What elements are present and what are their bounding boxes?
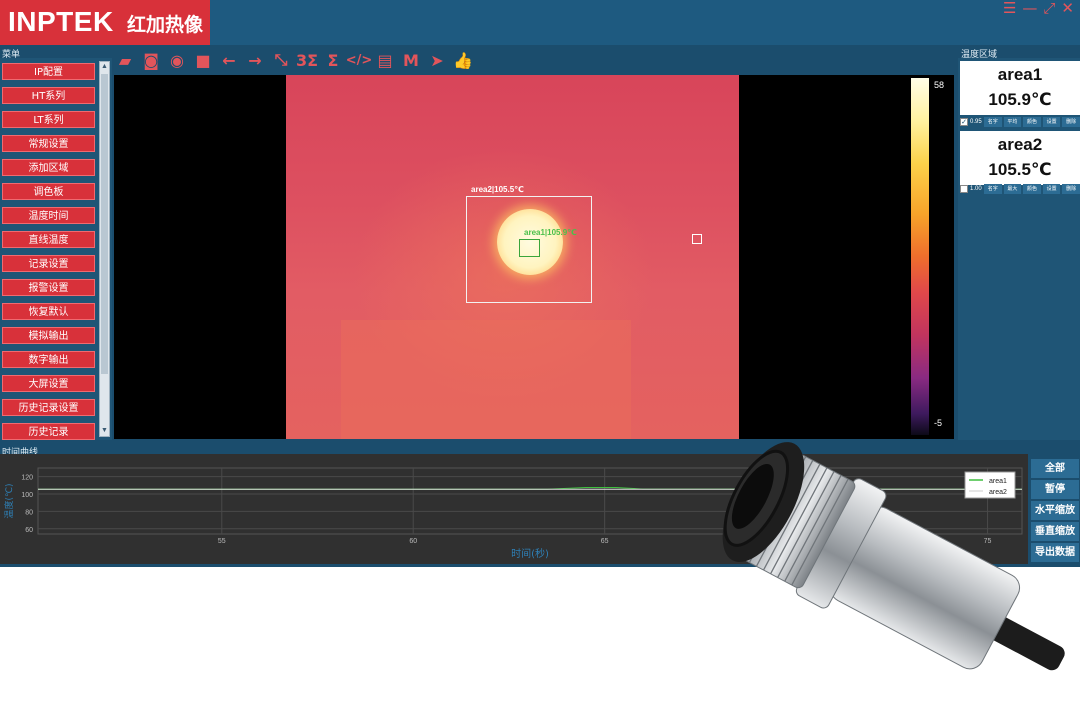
menu-item-lt-series[interactable]: LT系列 [2, 111, 95, 128]
brand-logo: INPTEK [8, 6, 114, 37]
cursor-marker[interactable] [692, 234, 702, 244]
area2-controls: 1.00 名字 最大 颜色 设置 删除 [960, 183, 1080, 194]
m-icon[interactable]: M [398, 47, 424, 73]
area1-controls: ✓ 0.95 名字 平均 颜色 设置 删除 [960, 116, 1080, 127]
menu-item-general[interactable]: 常规设置 [2, 135, 95, 152]
area1-value: 105.9℃ [988, 90, 1052, 109]
x-axis-label: 时间(秒) [511, 547, 549, 560]
area2-settings-button[interactable]: 设置 [1042, 183, 1061, 194]
play-icon[interactable]: ➤ [424, 47, 450, 73]
x-tick-label: 55 [218, 538, 226, 545]
menu-scrollbar[interactable]: ▲ ▼ [99, 61, 110, 437]
menu-item-record-settings[interactable]: 记录设置 [2, 255, 95, 272]
y-tick-label: 80 [25, 509, 33, 516]
record-icon[interactable]: ◉ [164, 47, 190, 73]
area2-color-button[interactable]: 颜色 [1023, 183, 1041, 194]
camera-icon[interactable]: ◙ [138, 47, 164, 73]
doc-icon[interactable]: ▤ [372, 47, 398, 73]
side-menu: IP配置 HT系列 LT系列 常规设置 添加区域 调色板 温度时间 直线温度 记… [0, 58, 112, 440]
menu-item-restore[interactable]: 恢复默认 [2, 303, 95, 320]
thermal-view[interactable]: area2|105.5℃ area1|105.9℃ 58 -5 [114, 75, 954, 439]
area2-card: area2 105.5℃ [960, 131, 1080, 185]
area1-color-button[interactable]: 颜色 [1023, 116, 1041, 127]
menu-item-temp-time[interactable]: 温度时间 [2, 207, 95, 224]
arrow-left-icon[interactable]: ← [216, 47, 242, 73]
menu-item-add-area[interactable]: 添加区域 [2, 159, 95, 176]
color-scale-min: -5 [934, 418, 943, 428]
roi-area1[interactable] [519, 239, 540, 257]
y-axis-label: 温度(℃) [3, 483, 15, 518]
area2-checkbox[interactable] [960, 184, 968, 193]
x-tick-label: 60 [409, 538, 417, 545]
area1-name: area1 [997, 65, 1043, 84]
thermal-image: area2|105.5℃ area1|105.9℃ [286, 75, 739, 439]
window-controls: ☰ — ⤢ ✕ [1003, 0, 1074, 16]
y-tick-label: 100 [21, 492, 33, 499]
menu-item-history[interactable]: 历史记录 [2, 423, 95, 440]
area2-delete-button[interactable]: 删除 [1062, 183, 1080, 194]
area2-emissivity: 1.00 [970, 185, 982, 192]
menu-item-analog-out[interactable]: 模拟输出 [2, 327, 95, 344]
close-icon[interactable]: ✕ [1061, 0, 1074, 16]
scroll-up-icon[interactable]: ▲ [100, 62, 109, 72]
menu-item-history-settings[interactable]: 历史记录设置 [2, 399, 95, 416]
sigma-icon[interactable]: Σ [320, 47, 346, 73]
roi-area1-label: area1|105.9℃ [524, 228, 577, 237]
area1-settings-button[interactable]: 设置 [1042, 116, 1061, 127]
sensor-product-image [722, 442, 1065, 671]
area1-name-button[interactable]: 名字 [984, 116, 1002, 127]
y-tick-label: 60 [25, 527, 33, 534]
area2-value: 105.5℃ [988, 160, 1052, 179]
area1-delete-button[interactable]: 删除 [1062, 116, 1080, 127]
menu-item-alarm[interactable]: 报警设置 [2, 279, 95, 296]
scroll-down-icon[interactable]: ▼ [100, 426, 109, 436]
color-scale-max: 58 [934, 80, 945, 90]
area1-card: area1 105.9℃ [960, 61, 1080, 115]
maximize-icon[interactable]: ⤢ [1043, 0, 1055, 16]
roi-area2-label: area2|105.5℃ [471, 185, 524, 194]
y-tick-label: 120 [21, 475, 33, 482]
folder-icon[interactable]: ▰ [112, 47, 138, 73]
toolbar: ▰ ◙ ◉ ■ ← → ⤡ 3Σ Σ </> ▤ M ➤ 👍 [112, 46, 950, 74]
brand-subtitle: 红加热像 [127, 14, 204, 36]
menu-item-line-temp[interactable]: 直线温度 [2, 231, 95, 248]
x-tick-label: 65 [601, 538, 609, 545]
menu-item-digital-out[interactable]: 数字输出 [2, 351, 95, 368]
menu-icon[interactable]: ☰ [1003, 0, 1016, 16]
thermal-region [341, 320, 631, 439]
stop-icon[interactable]: ■ [190, 47, 216, 73]
area1-checkbox[interactable]: ✓ [960, 117, 968, 126]
menu-item-big-screen[interactable]: 大屏设置 [2, 375, 95, 392]
area2-name-button[interactable]: 名字 [984, 183, 1002, 194]
arrow-right-icon[interactable]: → [242, 47, 268, 73]
title-bar: INPTEK 红加热像 ☰ — ⤢ ✕ [0, 0, 1080, 45]
area1-emissivity: 0.95 [970, 118, 982, 125]
fit-icon[interactable]: ⤡ [268, 47, 294, 73]
color-scale-bar [911, 78, 929, 435]
minimize-icon[interactable]: — [1022, 0, 1037, 16]
scroll-thumb[interactable] [101, 74, 108, 374]
menu-item-ip-config[interactable]: IP配置 [2, 63, 95, 80]
area1-mode-button[interactable]: 平均 [1003, 116, 1022, 127]
menu-item-palette[interactable]: 调色板 [2, 183, 95, 200]
code-icon[interactable]: </> [346, 47, 373, 73]
temp-area-panel: area1 105.9℃ ✓ 0.95 名字 平均 颜色 设置 删除 area2… [958, 58, 1080, 440]
sum3-icon[interactable]: 3Σ [294, 47, 320, 73]
area2-name: area2 [997, 135, 1043, 154]
menu-item-ht-series[interactable]: HT系列 [2, 87, 95, 104]
area2-mode-button[interactable]: 最大 [1003, 183, 1022, 194]
thumbs-up-icon[interactable]: 👍 [450, 47, 476, 73]
logo-block: INPTEK 红加热像 [0, 0, 210, 45]
